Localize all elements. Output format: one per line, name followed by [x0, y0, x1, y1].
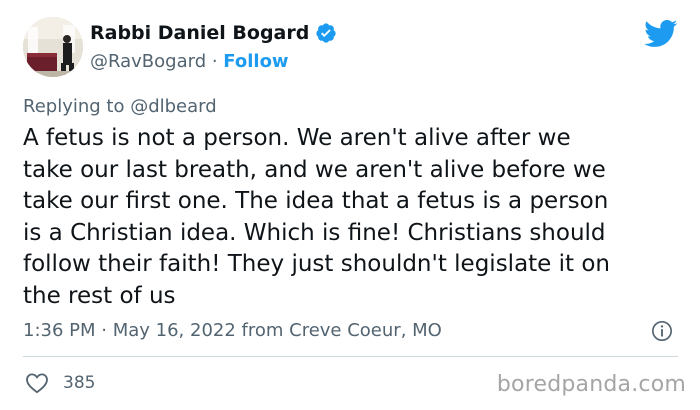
- watermark-logo: boredpanda.com: [496, 372, 686, 397]
- author-name-row: Rabbi Daniel Bogard: [90, 22, 337, 44]
- tweet-card: Rabbi Daniel Bogard @RavBogard · Follow …: [0, 0, 700, 410]
- reply-mention-link[interactable]: @dlbeard: [130, 96, 216, 117]
- tweet-location: from Creve Coeur, MO: [235, 320, 442, 341]
- like-count: 385: [63, 373, 96, 393]
- heart-icon[interactable]: [25, 372, 49, 394]
- tweet-date[interactable]: May 16, 2022: [113, 320, 236, 341]
- replying-to-label: Replying to: [23, 96, 131, 117]
- verified-badge-icon: [316, 23, 336, 43]
- like-action[interactable]: 385: [25, 372, 95, 394]
- follow-button[interactable]: Follow: [223, 51, 288, 72]
- author-handle[interactable]: @RavBogard: [90, 51, 206, 72]
- avatar-photo: [23, 17, 83, 77]
- avatar[interactable]: [23, 17, 83, 77]
- info-icon[interactable]: [651, 320, 673, 342]
- divider: [23, 356, 678, 357]
- meta-separator: ·: [95, 320, 113, 341]
- twitter-bird-icon[interactable]: [644, 20, 678, 48]
- handle-separator: ·: [206, 51, 224, 72]
- author-display-name[interactable]: Rabbi Daniel Bogard: [90, 22, 309, 44]
- author-handle-row: @RavBogard · Follow: [90, 51, 289, 72]
- tweet-text: A fetus is not a person. We aren't alive…: [23, 125, 611, 309]
- tweet-time[interactable]: 1:36 PM: [23, 320, 96, 341]
- tweet-meta: 1:36 PM · May 16, 2022 from Creve Coeur,…: [23, 320, 442, 341]
- replying-to-line: Replying to @dlbeard: [23, 96, 217, 117]
